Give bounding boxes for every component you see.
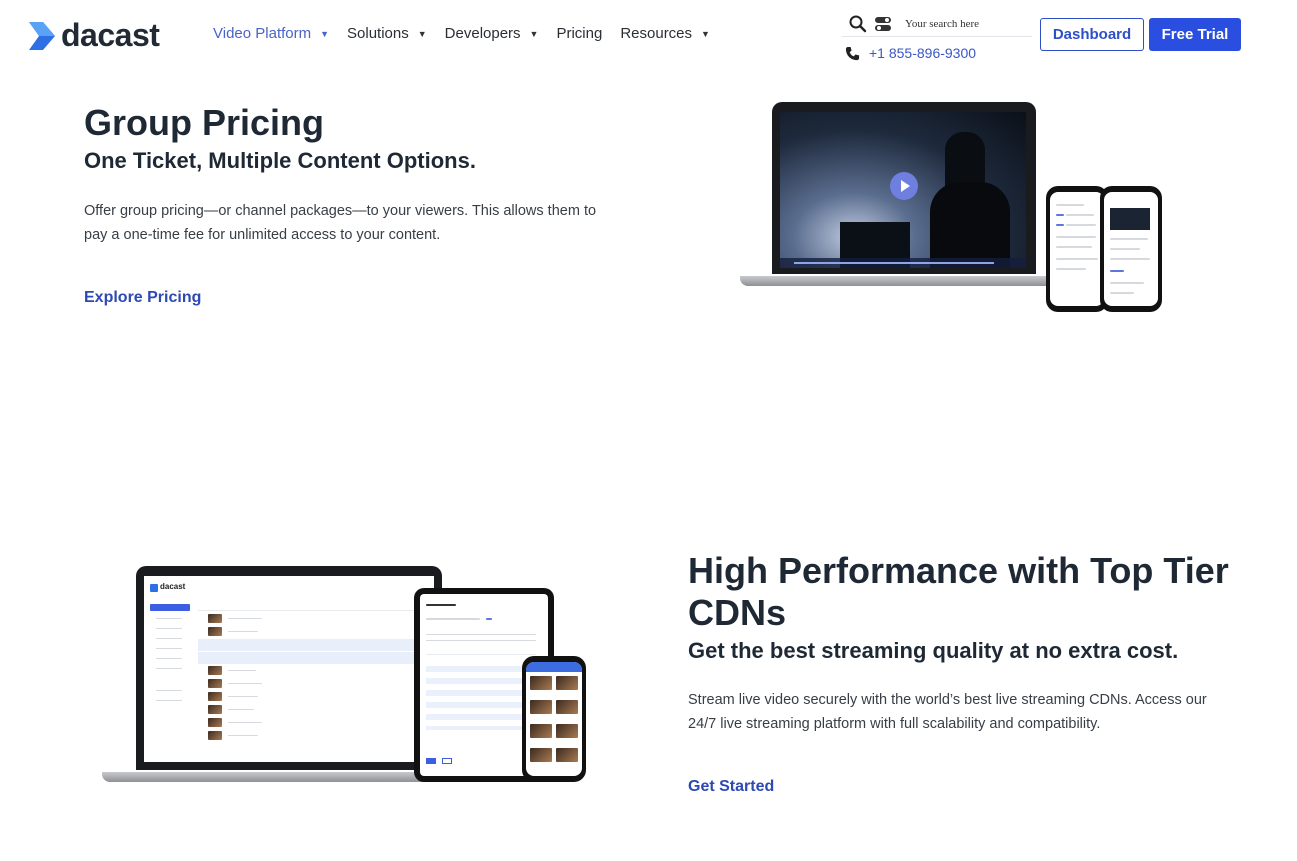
section-title: High Performance with Top Tier CDNs [688, 550, 1229, 633]
play-icon [890, 172, 918, 200]
phone-icon [845, 46, 860, 60]
laptop-base [740, 276, 1070, 286]
explore-pricing-link[interactable]: Explore Pricing [84, 289, 201, 307]
concert-video-image [780, 112, 1026, 268]
free-trial-button[interactable]: Free Trial [1149, 18, 1241, 51]
search-input[interactable] [905, 17, 1025, 30]
laptop-base [102, 772, 442, 782]
section-subtitle: Get the best streaming quality at no ext… [688, 638, 1179, 663]
nav-item-label: Developers [444, 25, 521, 42]
nav-item-solutions[interactable]: Solutions ▼ [347, 25, 427, 42]
nav-item-label: Resources [620, 25, 693, 42]
main-nav: Video Platform ▼ Solutions ▼ Developers … [213, 25, 728, 42]
brand-name: dacast [61, 17, 160, 53]
get-started-link[interactable]: Get Started [688, 778, 774, 796]
phone-screen [526, 662, 582, 776]
phone-number: +1 855-896-9300 [869, 45, 977, 61]
dashboard-devices-mockup: dacast [100, 566, 590, 786]
section-body: Stream live video securely with the worl… [688, 692, 1207, 732]
contact-phone[interactable]: +1 855-896-9300 [845, 45, 976, 61]
caret-down-icon: ▼ [529, 28, 539, 39]
section-subtitle: One Ticket, Multiple Content Options. [84, 148, 476, 173]
nav-item-label: Video Platform [213, 25, 312, 42]
dashboard-button[interactable]: Dashboard [1040, 18, 1144, 51]
nav-item-label: Solutions [347, 25, 409, 42]
dashboard-screen: dacast [144, 576, 434, 762]
nav-item-resources[interactable]: Resources ▼ [620, 25, 710, 42]
caret-down-icon: ▼ [417, 28, 427, 39]
nav-item-video-platform[interactable]: Video Platform ▼ [213, 25, 329, 42]
search-icon[interactable] [848, 14, 868, 34]
section-title: Group Pricing [84, 102, 325, 143]
nav-item-pricing[interactable]: Pricing [556, 25, 602, 42]
toggle-icon[interactable] [874, 15, 892, 33]
phone-screen [1104, 192, 1158, 306]
nav-item-label: Pricing [556, 25, 603, 42]
caret-down-icon: ▼ [320, 28, 330, 39]
dacast-logo-icon [29, 21, 55, 50]
section-body: Offer group pricing—or channel packages—… [84, 203, 597, 243]
phone-screen [1050, 192, 1104, 306]
caret-down-icon: ▼ [701, 28, 710, 39]
dacast-logo[interactable]: dacast [27, 17, 160, 54]
nav-item-developers[interactable]: Developers ▼ [445, 25, 539, 42]
search-bar [842, 11, 1032, 37]
mockup-brand: dacast [160, 582, 186, 591]
laptop-video-mockup [740, 100, 1170, 315]
